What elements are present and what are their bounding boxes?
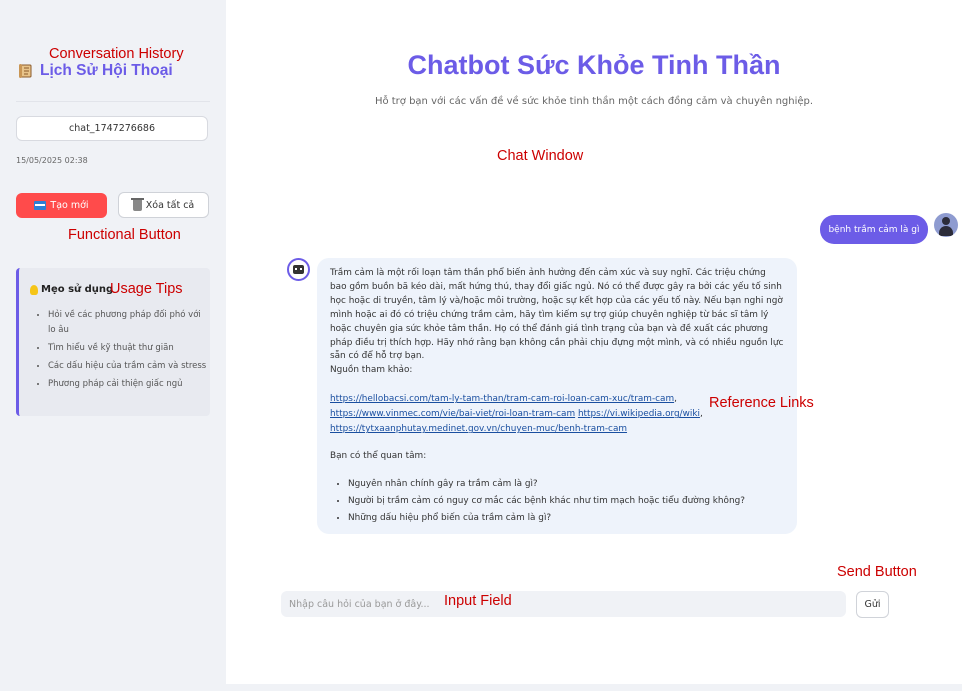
- divider: [16, 101, 210, 102]
- tip-item: Các dấu hiệu của trầm cảm và stress: [48, 359, 208, 374]
- bot-avatar-icon: [287, 258, 310, 281]
- chat-history-item[interactable]: chat_1747276686: [16, 116, 208, 141]
- tip-item: Tìm hiểu về kỹ thuật thư giãn: [48, 341, 208, 356]
- related-question[interactable]: Người bị trầm cảm có nguy cơ mắc các bện…: [348, 493, 785, 510]
- reference-link[interactable]: https://hellobacsi.com/tam-ly-tam-than/t…: [330, 394, 674, 404]
- sidebar-title: Lịch Sử Hội Thoại: [17, 62, 173, 80]
- related-question[interactable]: Những dấu hiệu phổ biến của trầm cảm là …: [348, 510, 785, 527]
- sidebar: Conversation History Lịch Sử Hội Thoại c…: [0, 0, 226, 691]
- page-title: Chatbot Sức Khỏe Tinh Thần: [407, 50, 781, 80]
- scroll-icon: [17, 62, 35, 80]
- annotation-usage-tips: Usage Tips: [110, 281, 183, 297]
- chat-date: 15/05/2025 02:38: [16, 156, 88, 165]
- annotation-conversation-history: Conversation History: [49, 46, 184, 62]
- tip-item: Phương pháp cải thiện giấc ngủ: [48, 377, 208, 392]
- annotation-chat-window: Chat Window: [497, 148, 584, 164]
- annotation-send-button: Send Button: [837, 564, 917, 580]
- tips-title: Mẹo sử dụng: [30, 284, 113, 295]
- user-message: bệnh trầm cảm là gì: [820, 215, 928, 244]
- related-question[interactable]: Nguyên nhân chính gây ra trầm cảm là gì?: [348, 476, 785, 493]
- trash-icon: [130, 197, 144, 211]
- sources-label: Nguồn tham khảo:: [330, 365, 413, 376]
- sidebar-title-label: Lịch Sử Hội Thoại: [40, 62, 173, 79]
- tips-list: Hỏi về các phương pháp đối phó với lo âu…: [32, 308, 208, 395]
- bottom-bar: [226, 684, 962, 691]
- send-button[interactable]: Gửi: [856, 591, 889, 618]
- clear-all-button[interactable]: Xóa tất cả: [118, 192, 209, 218]
- related-questions: Nguyên nhân chính gây ra trầm cảm là gì?…: [330, 476, 785, 527]
- reference-link[interactable]: https://tytxaanphutay.medinet.gov.vn/chu…: [330, 424, 627, 434]
- tip-item: Hỏi về các phương pháp đối phó với lo âu: [48, 308, 208, 338]
- page-subtitle: Hỗ trợ bạn với các vấn đề về sức khỏe ti…: [374, 96, 814, 107]
- bot-message-text: Trầm cảm là một rối loạn tâm thần phổ bi…: [330, 268, 784, 362]
- annotation-functional-button: Functional Button: [68, 227, 181, 243]
- question-input[interactable]: [281, 591, 846, 617]
- clear-all-label: Xóa tất cả: [145, 199, 195, 211]
- usage-tips-panel: Mẹo sử dụng Usage Tips Hỏi về các phương…: [16, 268, 210, 416]
- annotation-input-field: Input Field: [444, 593, 512, 609]
- card-icon: [34, 201, 47, 210]
- tips-title-label: Mẹo sử dụng: [41, 284, 114, 295]
- reference-link[interactable]: https://www.vinmec.com/vie/bai-viet/roi-…: [330, 409, 575, 419]
- reference-link[interactable]: https://vi.wikipedia.org/wiki: [578, 409, 700, 419]
- lightbulb-icon: [30, 284, 38, 295]
- annotation-reference-links: Reference Links: [709, 395, 814, 411]
- new-chat-button[interactable]: Tạo mới: [16, 193, 107, 218]
- user-avatar-icon: [934, 213, 958, 237]
- new-chat-label: Tạo mới: [50, 200, 89, 211]
- related-label: Bạn có thể quan tâm:: [330, 451, 427, 462]
